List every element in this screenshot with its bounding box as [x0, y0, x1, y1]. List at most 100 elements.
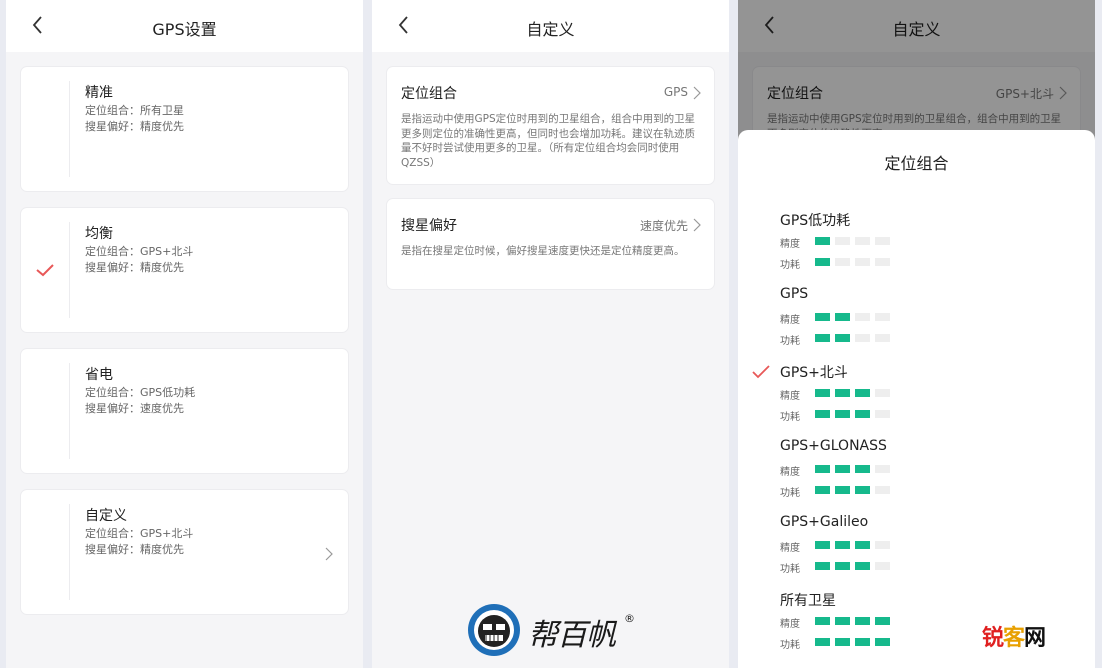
accuracy-bar-segment	[835, 389, 850, 397]
accuracy-bar-segment	[815, 313, 830, 321]
accuracy-label: 精度	[780, 239, 800, 250]
power-label: 功耗	[780, 488, 800, 499]
power-bar-segment	[875, 638, 890, 646]
power-bar-segment	[875, 334, 890, 342]
power-bars	[815, 486, 895, 494]
mode-card-balanced[interactable]: 均衡 定位组合：GPS+北斗 搜星偏好：精度优先	[20, 207, 349, 333]
power-bar-segment	[835, 258, 850, 266]
power-bar-segment	[815, 410, 830, 418]
setting-value: GPS	[663, 85, 688, 99]
power-bar-segment	[855, 258, 870, 266]
chevron-right-icon	[324, 546, 334, 561]
mode-pref: 搜星偏好：精度优先	[85, 120, 184, 133]
power-bar-segment	[875, 410, 890, 418]
mode-combo: 定位组合：所有卫星	[85, 104, 184, 117]
power-bar-segment	[855, 334, 870, 342]
power-bars	[815, 334, 895, 342]
watermark-logo-icon	[468, 604, 520, 656]
divider	[69, 504, 70, 600]
power-bar-segment	[815, 258, 830, 266]
combo-option[interactable]: GPS+北斗 精度 功耗	[738, 362, 1095, 434]
divider	[69, 81, 70, 177]
accuracy-bar-segment	[835, 313, 850, 321]
power-bar-segment	[835, 638, 850, 646]
power-bar-segment	[855, 562, 870, 570]
mode-card-custom[interactable]: 自定义 定位组合：GPS+北斗 搜星偏好：精度优先	[20, 489, 349, 615]
accuracy-bar-segment	[875, 237, 890, 245]
accuracy-bars	[815, 237, 895, 245]
accuracy-bar-segment	[835, 617, 850, 625]
power-bars	[815, 258, 895, 266]
divider	[69, 222, 70, 318]
accuracy-bars	[815, 465, 895, 473]
mode-card-precise[interactable]: 精准 定位组合：所有卫星 搜星偏好：精度优先	[20, 66, 349, 192]
accuracy-bar-segment	[835, 237, 850, 245]
option-name: 所有卫星	[780, 593, 836, 609]
chevron-right-icon	[692, 217, 702, 232]
combo-option[interactable]: GPS+Galileo 精度功耗	[738, 514, 1095, 586]
power-bars	[815, 638, 895, 646]
check-icon	[35, 262, 55, 278]
setting-name: 搜星偏好	[401, 218, 457, 234]
accuracy-bar-segment	[875, 617, 890, 625]
accuracy-bar-segment	[815, 465, 830, 473]
power-label: 功耗	[780, 640, 800, 651]
power-bar-segment	[855, 410, 870, 418]
power-bar-segment	[855, 486, 870, 494]
mode-combo: 定位组合：GPS+北斗	[85, 245, 194, 258]
accuracy-bar-segment	[855, 541, 870, 549]
power-label: 功耗	[780, 412, 800, 423]
power-bar-segment	[815, 486, 830, 494]
mode-pref: 搜星偏好：精度优先	[85, 261, 184, 274]
power-label: 功耗	[780, 564, 800, 575]
power-bar-segment	[835, 486, 850, 494]
accuracy-bar-segment	[815, 389, 830, 397]
mode-combo: 定位组合：GPS低功耗	[85, 386, 196, 399]
option-name: GPS+GLONASS	[780, 438, 887, 454]
accuracy-bar-segment	[835, 465, 850, 473]
combo-setting-card[interactable]: 定位组合 GPS 是指运动中使用GPS定位时用到的卫星组合，组合中用到的卫星更多…	[386, 66, 715, 185]
option-name: GPS+Galileo	[780, 514, 869, 530]
combo-option[interactable]: GPS 精度 功耗	[738, 286, 1095, 358]
pref-setting-card[interactable]: 搜星偏好 速度优先 是指在搜星定位时候，偏好搜星速度更快还是定位精度更高。	[386, 198, 715, 290]
power-bar-segment	[815, 334, 830, 342]
accuracy-label: 精度	[780, 619, 800, 630]
power-bar-segment	[835, 334, 850, 342]
option-name: GPS低功耗	[780, 213, 851, 229]
setting-value: 速度优先	[639, 219, 688, 233]
accuracy-bar-segment	[855, 389, 870, 397]
power-bars	[815, 562, 895, 570]
watermark-char: 客	[1003, 626, 1025, 651]
accuracy-bars	[815, 389, 895, 397]
page-title: 自定义	[526, 20, 575, 39]
combo-option[interactable]: GPS+GLONASS 精度 功耗	[738, 438, 1095, 510]
watermark-char: 锐	[982, 626, 1004, 651]
accuracy-bar-segment	[815, 541, 830, 549]
accuracy-bar-segment	[855, 237, 870, 245]
power-bar-segment	[875, 258, 890, 266]
accuracy-bar-segment	[815, 237, 830, 245]
mode-pref: 搜星偏好：速度优先	[85, 402, 184, 415]
power-label: 功耗	[780, 336, 800, 347]
header: 自定义	[372, 0, 729, 52]
power-bar-segment	[875, 562, 890, 570]
accuracy-bar-segment	[875, 541, 890, 549]
accuracy-bar-segment	[875, 389, 890, 397]
watermark-right: 锐客网	[982, 620, 1046, 652]
divider	[69, 363, 70, 459]
power-bar-segment	[815, 562, 830, 570]
watermark-registered-mark: ®	[624, 612, 635, 625]
page-title: GPS设置	[152, 20, 217, 39]
mode-card-power-saving[interactable]: 省电 定位组合：GPS低功耗 搜星偏好：速度优先	[20, 348, 349, 474]
accuracy-bars	[815, 313, 895, 321]
watermark-left-text: 帮百帆	[528, 618, 616, 653]
chevron-right-icon	[692, 85, 702, 100]
mode-name: 均衡	[85, 226, 113, 242]
mode-combo: 定位组合：GPS+北斗	[85, 527, 194, 540]
header: GPS设置	[6, 0, 363, 52]
combo-option[interactable]: GPS低功耗 精度 功耗	[738, 210, 1095, 282]
accuracy-label: 精度	[780, 543, 800, 554]
accuracy-label: 精度	[780, 391, 800, 402]
setting-description: 是指在搜星定位时候，偏好搜星速度更快还是定位精度更高。	[401, 245, 685, 257]
accuracy-bar-segment	[835, 541, 850, 549]
